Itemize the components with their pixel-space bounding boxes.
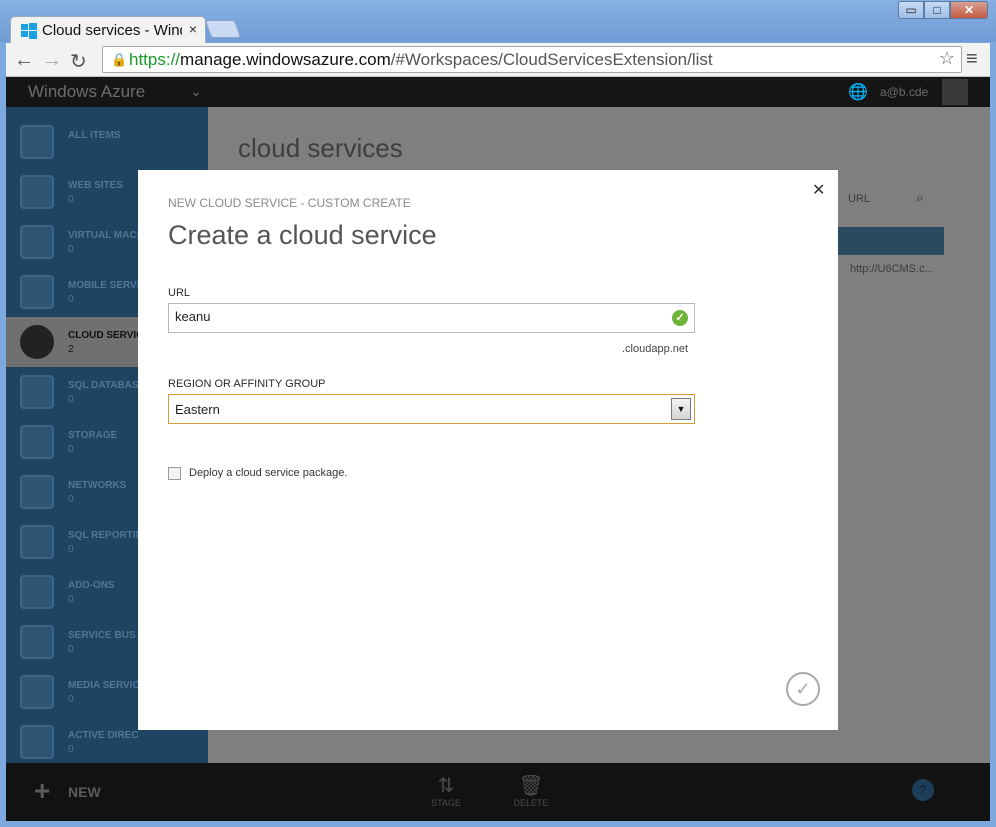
region-selected-value: Eastern: [175, 402, 220, 417]
chrome-menu-icon[interactable]: ≡: [966, 48, 978, 71]
table-icon: [20, 425, 54, 459]
address-url: https://manage.windowsazure.com/#Workspa…: [129, 50, 713, 70]
database-icon: [20, 375, 54, 409]
service-bus-icon: [20, 625, 54, 659]
deploy-package-label[interactable]: Deploy a cloud service package.: [189, 467, 347, 479]
new-tab-button[interactable]: [204, 20, 242, 38]
delete-label: DELETE: [513, 798, 549, 808]
tab-title: Cloud services - Windows Azure: [42, 22, 182, 39]
dropdown-arrow-icon[interactable]: ▼: [671, 398, 691, 420]
create-cloud-service-dialog: ✕ NEW CLOUD SERVICE - CUSTOM CREATE Crea…: [138, 170, 838, 730]
url-path: /#Workspaces/CloudServicesExtension/list: [390, 50, 713, 69]
help-icon[interactable]: ?: [912, 779, 934, 801]
plus-icon[interactable]: +: [34, 777, 50, 805]
sidebar-item-label: ADD-ONS: [68, 580, 115, 591]
sidebar-item-label: ACTIVE DIRECTORY: [68, 730, 138, 741]
sidebar-item-label: CLOUD SERVICES: [68, 330, 138, 341]
table-cell-url[interactable]: http://U6CMS.c...: [850, 263, 934, 275]
sidebar-item-count: 2: [68, 344, 74, 355]
sidebar-item-count: 0: [68, 594, 74, 605]
user-email[interactable]: a@b.cde: [880, 85, 928, 99]
url-suffix: .cloudapp.net: [622, 343, 689, 355]
sidebar-item-count: 0: [68, 544, 74, 555]
browser-tab[interactable]: Cloud services - Windows Azure ×: [10, 16, 206, 44]
region-label: REGION OR AFFINITY GROUP: [168, 378, 326, 390]
swap-icon: ⇅: [437, 775, 455, 797]
sidebar-item-label: SQL DATABASES: [68, 380, 138, 391]
trash-icon: 🗑: [518, 775, 544, 797]
globe-icon: [20, 175, 54, 209]
new-button[interactable]: NEW: [68, 784, 101, 800]
search-label: URL: [848, 193, 871, 205]
url-label: URL: [168, 287, 191, 299]
title-bar: Cloud services - Windows Azure × ▭ □ ✕: [0, 0, 996, 44]
close-icon[interactable]: ✕: [812, 180, 825, 200]
sidebar-item-label: MOBILE SERVICES: [68, 280, 138, 291]
tab-close-icon[interactable]: ×: [189, 21, 197, 37]
window-close-button[interactable]: ✕: [950, 1, 988, 19]
avatar[interactable]: [942, 79, 968, 105]
sidebar-item-count: 0: [68, 244, 74, 255]
sidebar-item-label: STORAGE: [68, 430, 118, 441]
url-host: manage.windowsazure.com: [180, 50, 391, 69]
url-scheme: https://: [129, 50, 181, 69]
maximize-button[interactable]: □: [924, 1, 950, 19]
delete-button[interactable]: 🗑 DELETE: [511, 773, 551, 808]
azure-brand[interactable]: Windows Azure: [28, 82, 145, 102]
reload-icon[interactable]: ↻: [70, 49, 87, 74]
command-bar: + NEW ⇅ STAGE 🗑 DELETE ?: [6, 763, 990, 821]
directory-icon: [20, 725, 54, 759]
sidebar-item-count: 0: [68, 694, 74, 705]
bookmark-star-icon[interactable]: ☆: [939, 48, 955, 69]
complete-button[interactable]: ✓: [786, 672, 820, 706]
address-bar[interactable]: 🔒 https://manage.windowsazure.com/#Works…: [102, 46, 962, 73]
stage-label: STAGE: [431, 798, 461, 808]
sidebar-item-label: WEB SITES: [68, 180, 124, 191]
sidebar-item-label: SERVICE BUS: [68, 630, 136, 641]
checkmark-icon: ✓: [795, 679, 811, 699]
table-row-selected[interactable]: [826, 227, 944, 255]
grid-icon: [20, 125, 54, 159]
azure-top-bar: Windows Azure ⌄ 🌐 a@b.cde: [6, 77, 990, 107]
network-icon: [20, 475, 54, 509]
checkmark-valid-icon: ✓: [672, 310, 688, 326]
sidebar-item-label: MEDIA SERVICES: [68, 680, 138, 691]
sidebar-item-all-items[interactable]: ALL ITEMS: [6, 117, 208, 167]
stage-button[interactable]: ⇅ STAGE: [426, 773, 466, 808]
sidebar-item-label: VIRTUAL MACHINES: [68, 230, 138, 241]
sidebar-item-label: NETWORKS: [68, 480, 127, 491]
back-arrow-icon[interactable]: ←: [14, 49, 34, 72]
sidebar-item-count: 0: [68, 294, 74, 305]
globe-icon[interactable]: 🌐: [848, 82, 868, 102]
sidebar-item-count: 0: [68, 744, 74, 755]
url-field[interactable]: ✓: [168, 303, 695, 333]
media-icon: [20, 675, 54, 709]
chevron-down-icon[interactable]: ⌄: [190, 83, 202, 100]
url-input[interactable]: [175, 309, 655, 324]
page-title: cloud services: [238, 133, 403, 163]
sidebar-item-count: 0: [68, 194, 74, 205]
lock-icon: 🔒: [111, 52, 128, 67]
sidebar-item-count: 0: [68, 494, 74, 505]
sidebar-item-count: 0: [68, 394, 74, 405]
mobile-icon: [20, 275, 54, 309]
report-icon: [20, 525, 54, 559]
region-select[interactable]: Eastern ▼: [168, 394, 695, 424]
sidebar-item-count: 0: [68, 444, 74, 455]
sidebar-item-label: ALL ITEMS: [68, 130, 121, 141]
search-icon[interactable]: ⌕: [916, 189, 924, 206]
forward-arrow-icon[interactable]: →: [42, 49, 62, 72]
cloud-gear-icon: [20, 325, 54, 359]
monitor-icon: [20, 225, 54, 259]
deploy-package-checkbox[interactable]: [168, 467, 181, 480]
browser-toolbar: ← → ↻ 🔒 https://manage.windowsazure.com/…: [6, 43, 990, 77]
sidebar-item-count: 0: [68, 644, 74, 655]
dialog-title: Create a cloud service: [168, 220, 437, 250]
dialog-subtitle: NEW CLOUD SERVICE - CUSTOM CREATE: [168, 196, 411, 210]
add-ons-icon: [20, 575, 54, 609]
minimize-button[interactable]: ▭: [898, 1, 924, 19]
sidebar-item-label: SQL REPORTING: [68, 530, 138, 541]
windows-logo-icon: [21, 23, 37, 39]
